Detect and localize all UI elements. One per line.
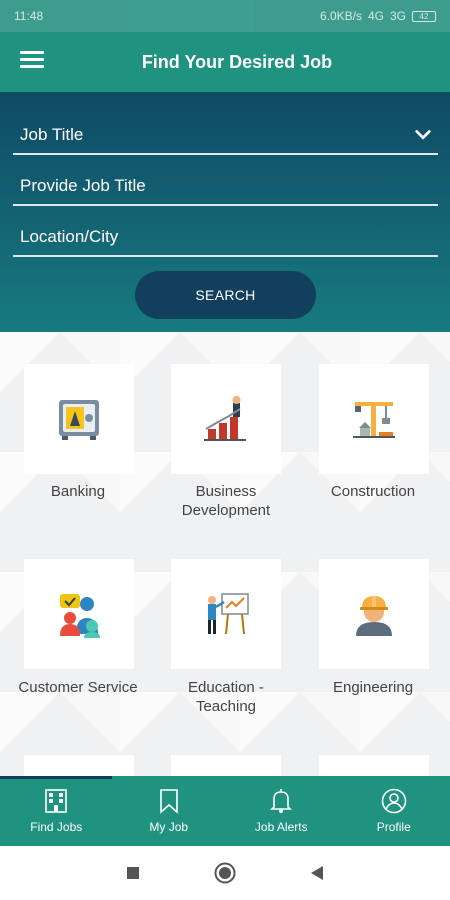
category-card-partial[interactable] xyxy=(171,755,281,776)
home-button[interactable] xyxy=(214,862,236,884)
tab-profile[interactable]: Profile xyxy=(338,776,450,846)
tab-find-jobs[interactable]: Find Jobs xyxy=(0,776,113,846)
network-speed: 6.0KB/s xyxy=(319,9,362,23)
teacher-board-icon xyxy=(208,593,249,635)
recents-button[interactable] xyxy=(126,866,140,880)
job-title-placeholder: Provide Job Title xyxy=(20,176,146,195)
crane-icon xyxy=(353,402,395,438)
tab-job-alerts-label: Job Alerts xyxy=(254,820,308,834)
circle-icon xyxy=(214,862,236,884)
bookmark-icon xyxy=(159,789,178,814)
tab-my-job-label: My Job xyxy=(149,820,189,834)
tab-profile-label: Profile xyxy=(376,820,411,834)
category-label-engineering: Engineering xyxy=(332,679,414,696)
triangle-back-icon xyxy=(311,866,323,880)
category-label-education-teaching: Education - Teaching xyxy=(188,679,264,715)
category-card-customer-service[interactable] xyxy=(24,559,134,669)
category-grid: Banking Business Development Constructio… xyxy=(0,332,450,776)
job-title-label: Job Title xyxy=(20,125,84,144)
job-title-input[interactable]: Provide Job Title xyxy=(13,168,438,206)
bell-icon xyxy=(270,789,293,813)
page-title: Find Your Desired Job xyxy=(141,51,333,72)
support-chat-icon xyxy=(60,594,100,638)
category-card-partial[interactable] xyxy=(24,755,134,776)
tab-job-alerts[interactable]: Job Alerts xyxy=(225,776,338,846)
signal-4g: 4G xyxy=(367,9,384,23)
category-label-banking: Banking xyxy=(50,483,106,500)
status-bar: 11:48 6.0KB/s 4G 3G 42 xyxy=(0,0,450,32)
category-label-business-development: Business Development xyxy=(181,483,271,519)
category-card-business-development[interactable] xyxy=(171,364,281,474)
vault-icon xyxy=(59,400,99,440)
category-card-partial[interactable] xyxy=(319,755,429,776)
battery-icon: 42 xyxy=(412,10,436,22)
search-panel: Job Title Provide Job Title Location/Cit… xyxy=(0,92,450,332)
chevron-down-icon xyxy=(415,130,431,140)
active-tab-indicator xyxy=(0,776,112,779)
building-icon xyxy=(45,789,68,813)
bottom-navigation: Find Jobs My Job Job Alerts Profile xyxy=(0,776,450,846)
signal-3g: 3G xyxy=(389,9,406,23)
menu-icon[interactable] xyxy=(20,51,44,71)
status-time: 11:48 xyxy=(14,9,44,23)
category-label-construction: Construction xyxy=(330,483,416,500)
tab-my-job[interactable]: My Job xyxy=(113,776,226,846)
square-icon xyxy=(127,867,139,879)
tab-find-jobs-label: Find Jobs xyxy=(30,820,83,834)
category-card-education-teaching[interactable] xyxy=(171,559,281,669)
growth-chart-icon xyxy=(204,396,246,441)
location-placeholder: Location/City xyxy=(20,227,119,246)
category-card-engineering[interactable] xyxy=(319,559,429,669)
app-bar: Find Your Desired Job xyxy=(0,32,450,92)
category-label-customer-service: Customer Service xyxy=(18,679,138,696)
user-icon xyxy=(381,788,407,814)
search-button[interactable]: SEARCH xyxy=(135,271,316,319)
location-input[interactable]: Location/City xyxy=(13,219,438,257)
engineer-helmet-icon xyxy=(356,596,392,636)
status-indicators: 6.0KB/s 4G 3G 42 xyxy=(320,9,436,23)
job-title-dropdown[interactable]: Job Title xyxy=(13,117,438,155)
category-card-construction[interactable] xyxy=(319,364,429,474)
back-button[interactable] xyxy=(310,865,324,881)
system-navigation-bar xyxy=(0,846,450,900)
category-card-banking[interactable] xyxy=(24,364,134,474)
